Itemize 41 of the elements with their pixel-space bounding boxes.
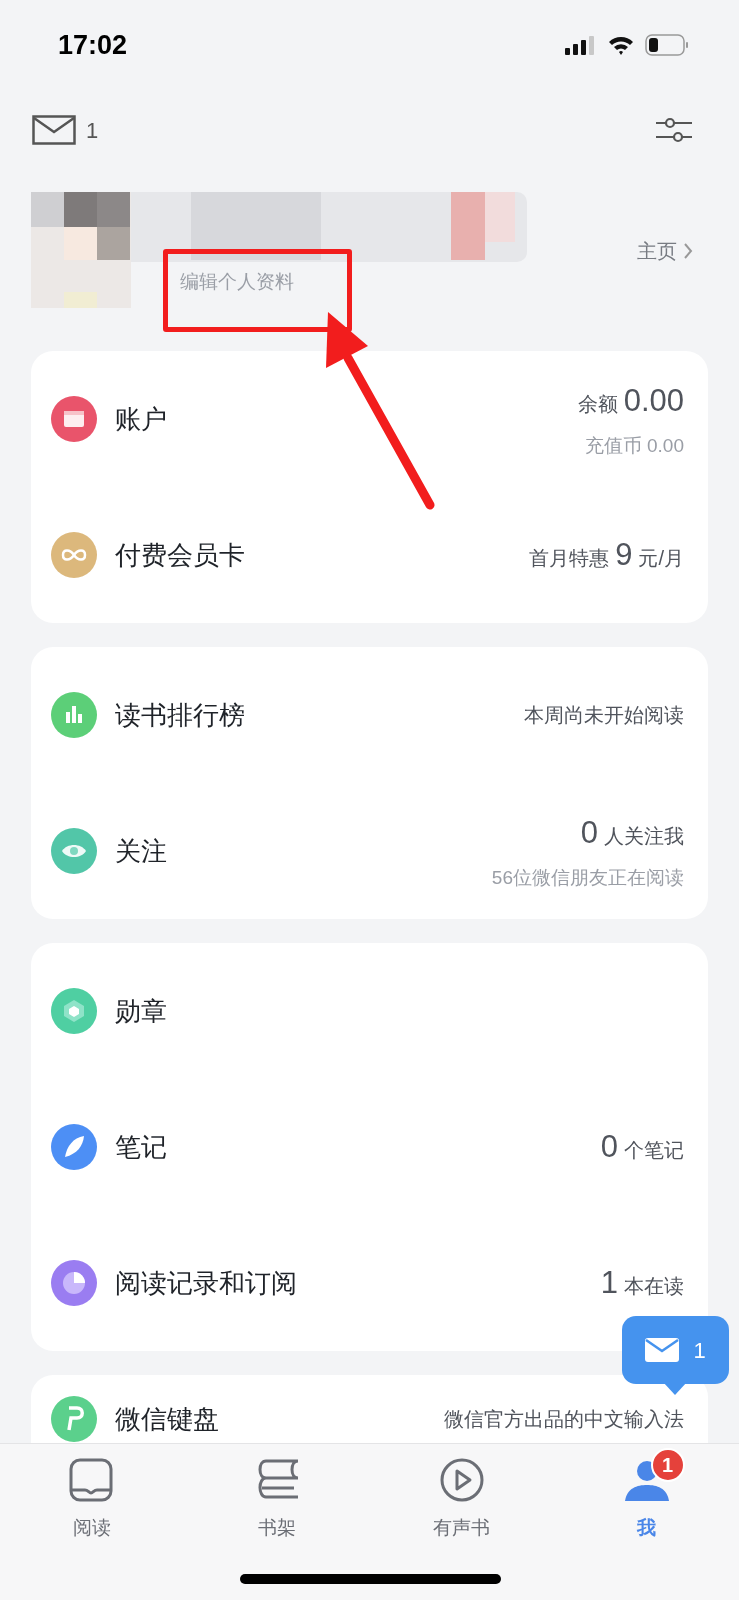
tab[interactable]: 阅读 xyxy=(0,1448,185,1543)
value-text: 人关注我 xyxy=(604,823,684,849)
value-number: 0 xyxy=(580,813,598,852)
value-text: 本周尚未开始阅读 xyxy=(524,703,684,728)
homepage-link[interactable]: 主页 xyxy=(637,236,677,266)
value-number: 0 xyxy=(600,1127,618,1166)
value-text: 首月特惠 xyxy=(529,545,610,571)
value-number: 9 xyxy=(615,535,633,574)
value-text: 微信官方出品的中文输入法 xyxy=(444,1407,684,1432)
value-text: 个笔记 xyxy=(624,1137,684,1163)
value-text: 余额 xyxy=(577,391,618,417)
wifi-icon xyxy=(607,34,635,56)
row-title[interactable]: 付费会员卡 xyxy=(115,535,245,575)
value-text: 本在读 xyxy=(624,1273,684,1299)
signal-icon xyxy=(565,35,597,55)
subtitle-text: 充值币 0.00 xyxy=(584,434,684,458)
mail-icon xyxy=(645,1338,680,1362)
message-count: 1 xyxy=(693,1336,706,1365)
row-title[interactable]: 关注 xyxy=(115,831,167,871)
mail-count: 1 xyxy=(86,116,99,145)
row-title[interactable]: 笔记 xyxy=(115,1127,167,1167)
chevron-right-icon xyxy=(683,242,693,260)
row-title[interactable]: 阅读记录和订阅 xyxy=(115,1263,297,1303)
row-title[interactable]: 微信键盘 xyxy=(115,1399,219,1439)
row-title[interactable]: 勋章 xyxy=(115,991,167,1031)
tab[interactable]: 有声书 xyxy=(369,1448,555,1543)
battery-icon xyxy=(645,34,689,56)
value-number: 1 xyxy=(600,1263,618,1302)
row-title[interactable]: 账户 xyxy=(115,399,167,439)
tab[interactable]: 书架 xyxy=(184,1448,370,1543)
play-icon xyxy=(438,1458,485,1504)
status-time: 17:02 xyxy=(58,28,128,62)
row-title[interactable]: 读书排行榜 xyxy=(115,695,245,735)
value-text: 元/月 xyxy=(638,545,684,571)
subtitle-text: 56位微信朋友正在阅读 xyxy=(491,866,684,890)
settings-icon[interactable] xyxy=(655,115,693,145)
mail-icon[interactable] xyxy=(32,115,76,145)
book-icon xyxy=(69,1458,116,1504)
notification-badge: 1 xyxy=(650,1448,685,1482)
tab[interactable]: 我 1 xyxy=(554,1448,739,1543)
value-number: 0.00 xyxy=(623,381,684,420)
